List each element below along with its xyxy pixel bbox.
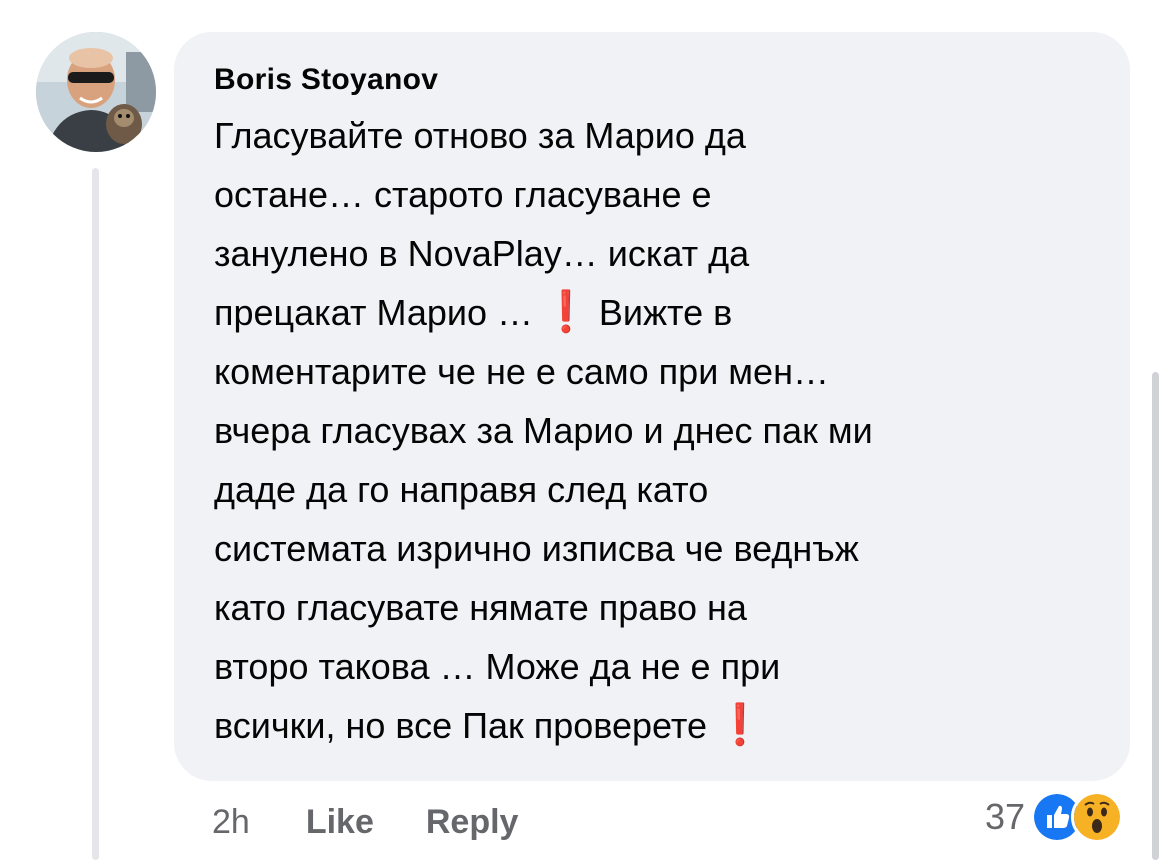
comment-line: даде да го направя след като (214, 469, 709, 510)
comment-line: прецакат Марио … (214, 292, 534, 333)
comment-line: занулено в NovaPlay… искат да (214, 233, 750, 274)
comment-line: второ такова … Може да не е при (214, 646, 781, 687)
comment-line: като гласувате нямате право на (214, 587, 747, 628)
exclamation-icon: ❗ (541, 290, 591, 334)
avatar-photo (36, 32, 156, 152)
comment-line: Вижте в (598, 292, 733, 333)
like-button[interactable]: Like (306, 803, 374, 842)
comment-text: Гласувайте отново за Марио да остане… ст… (214, 106, 1100, 755)
comment-author[interactable]: Boris Stoyanov (214, 62, 1100, 98)
comment-bubble: Boris Stoyanov Гласувайте отново за Мари… (174, 32, 1130, 781)
comment-actions: 2h Like Reply (212, 800, 570, 844)
timestamp[interactable]: 2h (212, 803, 250, 842)
scrollbar[interactable] (1152, 372, 1159, 860)
comment-line: Гласувайте отново за Марио да (214, 115, 746, 156)
reply-button[interactable]: Reply (426, 803, 519, 842)
avatar[interactable] (36, 32, 156, 152)
comment-line: системата изрично изписва че веднъж (214, 528, 859, 569)
reaction-count: 37 (985, 796, 1026, 837)
comment-line: вчера гласувах за Марио и днес пак ми (214, 410, 873, 451)
thread-line (92, 168, 99, 860)
comment-line: остане… старото гласуване е (214, 174, 712, 215)
comment-line: коментарите че не е само при мен… (214, 351, 829, 392)
wow-icon (1071, 791, 1124, 843)
reactions-summary[interactable]: 37 (985, 790, 1124, 844)
exclamation-icon: ❗ (714, 703, 765, 747)
comment-line: всички, но все Пак проверете (214, 705, 707, 746)
